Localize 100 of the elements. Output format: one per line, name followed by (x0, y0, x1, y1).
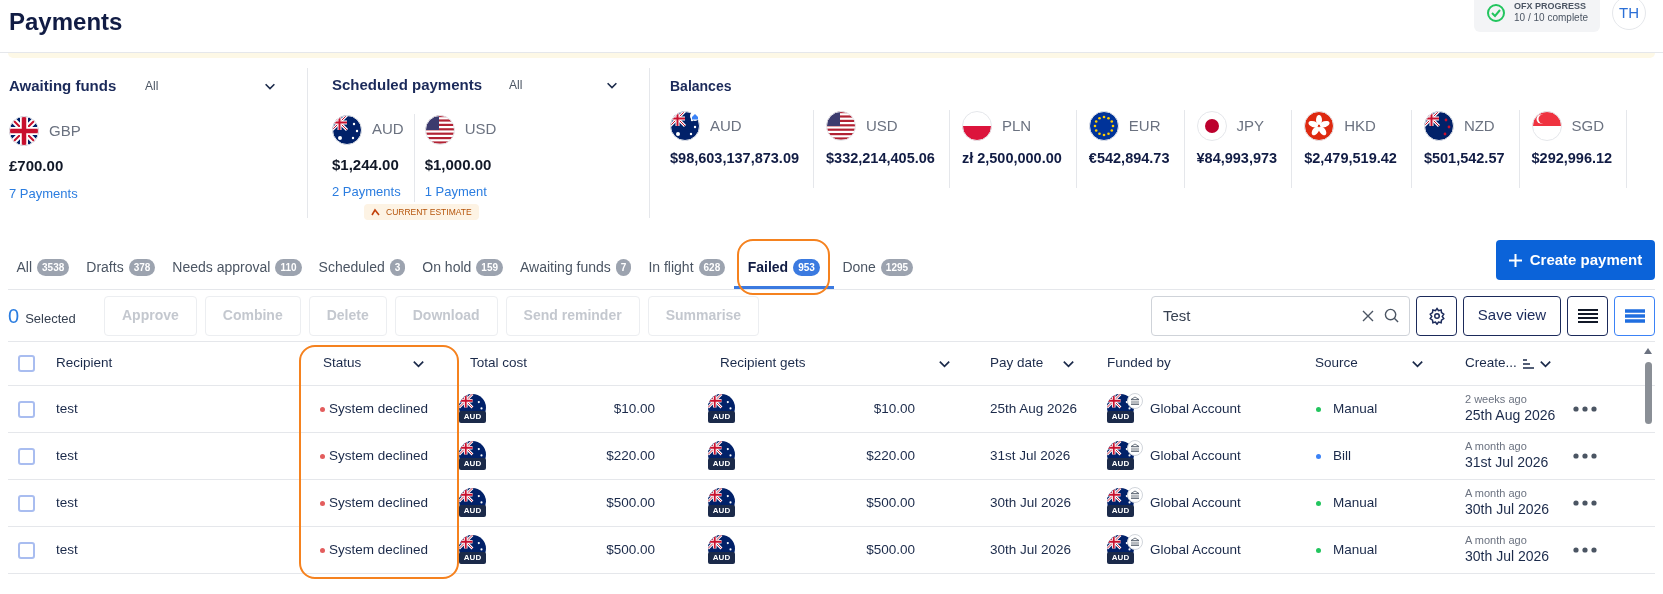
currency-code: NZD (1463, 115, 1495, 136)
status-text: System declined (329, 540, 429, 559)
currency-code: AUD (710, 115, 742, 136)
created-relative: A month ago (1465, 534, 1528, 549)
currency-label: AUD (459, 552, 486, 564)
count-badge: 110 (275, 259, 302, 276)
count-badge: 7 (615, 259, 632, 276)
created-date: 30th Jul 2026 (1465, 501, 1551, 519)
recipient-name: test (56, 541, 78, 557)
selected-label: Selected (25, 309, 76, 328)
tab[interactable]: In flight 628 (639, 249, 734, 289)
currency-code: HKD (1344, 115, 1376, 136)
tab[interactable]: All 3538 (8, 249, 78, 289)
recipient-name: test (56, 447, 78, 463)
column-header[interactable]: Create... (1465, 353, 1517, 374)
recipient-name: test (56, 400, 78, 416)
pay-date: 30th Jul 2026 (990, 494, 1072, 510)
currency-code: EUR (1128, 115, 1161, 136)
pay-date: 30th Jul 2026 (990, 541, 1072, 557)
status-text: System declined (329, 399, 429, 418)
selected-count: 0 (8, 303, 20, 329)
column-header[interactable]: Pay date (990, 353, 1044, 374)
currency-label: AUD (459, 411, 486, 423)
balance-amount: €542,894.73 (1088, 149, 1170, 168)
currency-label: AUD (1107, 505, 1134, 517)
tab[interactable]: Done 1295 (833, 249, 922, 289)
balance-amount: ¥84,993,973 (1196, 149, 1278, 168)
column-header[interactable]: Total cost (470, 353, 528, 374)
section-title: Balances (670, 77, 733, 96)
total-cost: $220.00 (606, 446, 655, 465)
currency-code: JPY (1236, 115, 1264, 136)
status-text: System declined (329, 446, 429, 465)
create-payment-button[interactable]: Create payment (1496, 240, 1655, 280)
filter-dropdown[interactable]: All (145, 77, 277, 95)
balance-amount: $292,996.12 (1531, 149, 1613, 168)
tab[interactable]: Needs approval 110 (163, 249, 311, 289)
created-date: 25th Aug 2026 (1465, 407, 1557, 425)
currency-code: SGD (1571, 115, 1605, 136)
balance-amount: $98,603,137,873.09 (670, 149, 799, 168)
currency-code: AUD (372, 119, 404, 140)
progress-text: 10 / 10 complete (1514, 12, 1588, 25)
column-header[interactable]: Status (323, 353, 362, 374)
payments-link[interactable]: 2 Payments (332, 182, 404, 202)
tab[interactable]: Awaiting funds 7 (511, 249, 640, 289)
column-header[interactable]: Source (1315, 353, 1358, 374)
tab[interactable]: Failed 953 (733, 249, 834, 289)
count-badge: 3538 (37, 259, 70, 276)
currency-code: GBP (49, 120, 81, 141)
balance-amount: $2,479,519.42 (1304, 149, 1397, 168)
currency-label: AUD (1107, 552, 1134, 564)
created-date: 30th Jul 2026 (1465, 548, 1551, 566)
currency-code: PLN (1001, 115, 1032, 136)
tab[interactable]: Scheduled 3 (310, 249, 414, 289)
created-relative: 2 weeks ago (1465, 393, 1528, 408)
section-title: Scheduled payments (332, 75, 484, 95)
count-badge: 628 (698, 259, 726, 276)
amount: £700.00 (9, 156, 65, 176)
progress-card[interactable]: OFX PROGRESS 10 / 10 complete (1474, 0, 1600, 32)
amount: $1,244.00 (332, 154, 400, 175)
column-header[interactable]: Recipient (56, 353, 113, 374)
column-header[interactable]: Funded by (1107, 353, 1171, 374)
status-text: System declined (329, 493, 429, 512)
count-badge: 953 (793, 259, 820, 276)
tab[interactable]: On hold 159 (413, 249, 512, 289)
section-title: Awaiting funds (9, 75, 118, 96)
balance-amount: $332,214,405.06 (826, 149, 935, 168)
currency-label: AUD (708, 411, 735, 423)
page-title: Payments (9, 7, 123, 37)
total-cost: $10.00 (613, 399, 655, 418)
currency-label: AUD (459, 505, 486, 517)
funding-account: Global Account (1150, 493, 1241, 512)
search-field[interactable]: Test (1151, 295, 1410, 336)
balance-amount: zł 2,500,000.00 (961, 149, 1062, 168)
source-text: Manual (1333, 493, 1378, 512)
payments-link[interactable]: 1 Payment (424, 182, 497, 202)
recipient-amount: $10.00 (873, 399, 915, 418)
funding-account: Global Account (1150, 399, 1241, 418)
created-relative: A month ago (1465, 440, 1528, 455)
currency-code: USD (464, 119, 497, 140)
currency-label: AUD (1107, 411, 1134, 423)
source-text: Manual (1333, 540, 1378, 559)
recipient-amount: $500.00 (866, 540, 915, 559)
currency-code: USD (866, 115, 898, 136)
currency-label: AUD (708, 505, 735, 517)
column-header[interactable]: Recipient gets (720, 353, 806, 374)
total-cost: $500.00 (606, 540, 655, 559)
balance-amount: $501,542.57 (1423, 149, 1505, 168)
count-badge: 1295 (880, 259, 914, 276)
funding-account: Global Account (1150, 540, 1241, 559)
filter-dropdown[interactable]: All (509, 76, 619, 95)
count-badge: 378 (128, 259, 156, 276)
currency-label: AUD (459, 458, 486, 470)
count-badge: 159 (476, 259, 503, 276)
tab[interactable]: Drafts 378 (77, 249, 164, 289)
payments-link[interactable]: 7 Payments (9, 183, 81, 203)
total-cost: $500.00 (606, 493, 655, 512)
currency-label: AUD (1107, 458, 1134, 470)
created-relative: A month ago (1465, 487, 1528, 502)
save-view-button[interactable]: Save view (1463, 295, 1561, 336)
recipient-amount: $500.00 (866, 493, 915, 512)
